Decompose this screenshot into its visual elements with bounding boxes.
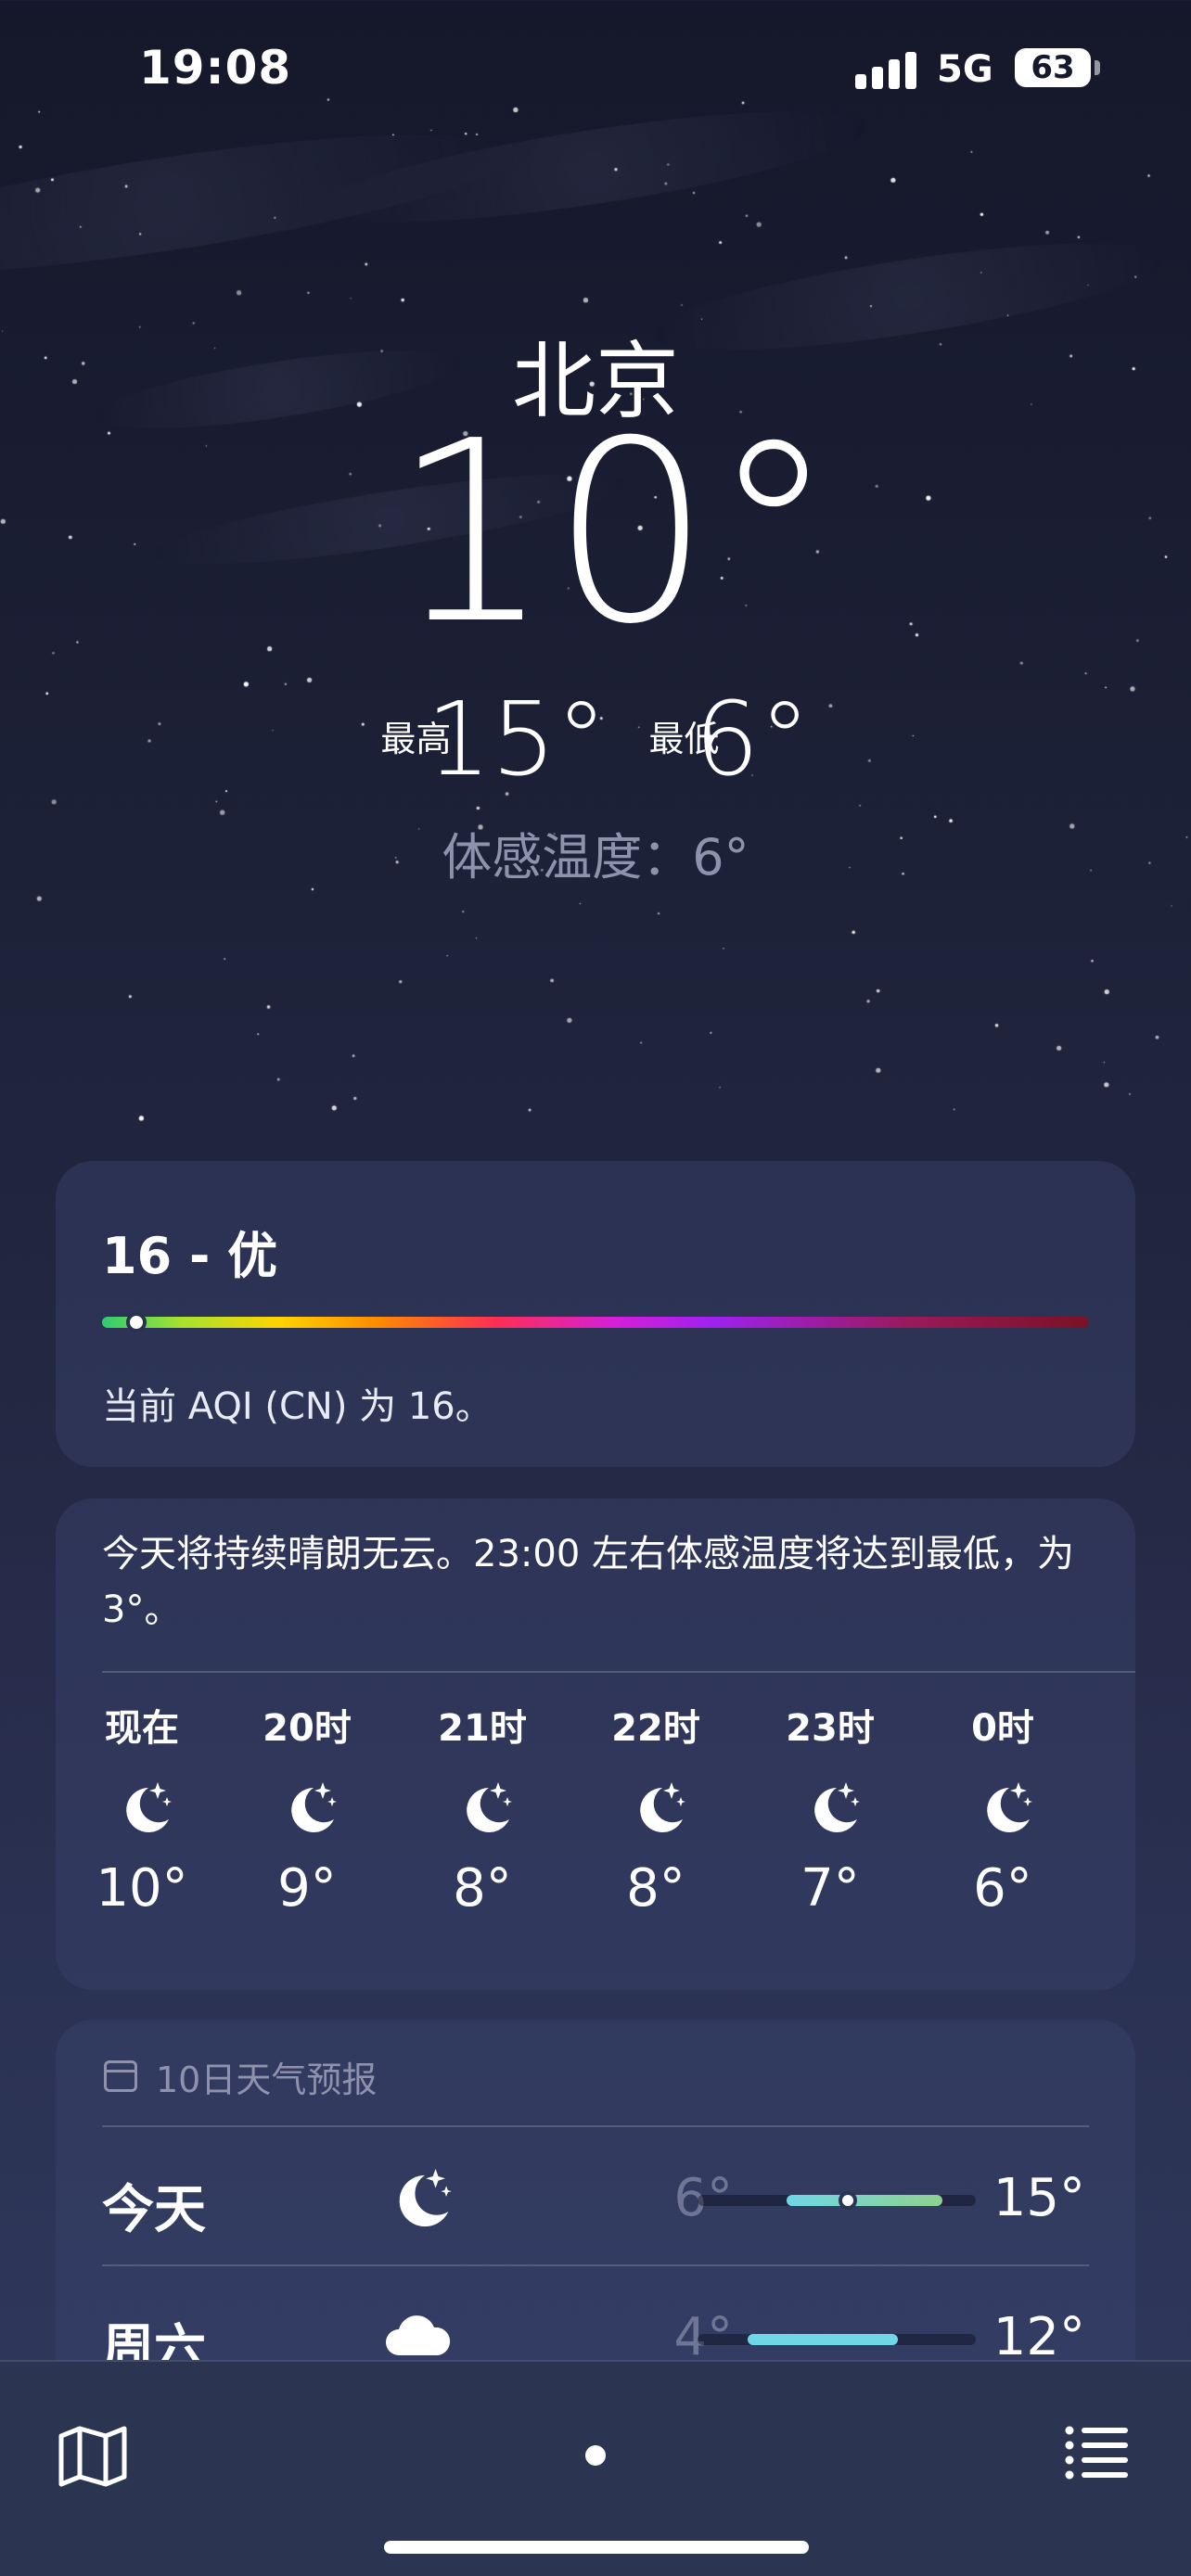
high-temperature: 15° bbox=[426, 680, 608, 798]
hour-item: 23时 7° bbox=[770, 1702, 890, 1919]
day-high-temperature: 15° bbox=[992, 2168, 1085, 2228]
temperature-range-fill bbox=[787, 2195, 942, 2206]
aqi-indicator-dot bbox=[126, 1312, 147, 1333]
status-time: 19:08 bbox=[139, 41, 292, 95]
map-icon[interactable] bbox=[58, 2423, 128, 2488]
temperature-range-bar bbox=[698, 2334, 976, 2345]
hour-label: 0时 bbox=[971, 1707, 1034, 1750]
day-name: 今天 bbox=[102, 2180, 206, 2240]
aqi-scale-bar bbox=[102, 1317, 1089, 1328]
hour-temperature: 6° bbox=[1115, 1858, 1135, 1919]
hour-temperature: 10° bbox=[96, 1858, 188, 1919]
moon-stars-icon bbox=[987, 1782, 1032, 1832]
moon-stars-icon bbox=[814, 1782, 860, 1832]
moon-stars-icon bbox=[291, 1782, 337, 1832]
page-indicator-dot[interactable] bbox=[585, 2445, 606, 2466]
day-high-temperature: 12° bbox=[992, 2307, 1085, 2367]
temperature-range-bar bbox=[698, 2191, 976, 2210]
moon-stars-icon bbox=[399, 2168, 452, 2227]
hour-item: 0时 6° bbox=[942, 1702, 1063, 1919]
battery-tip bbox=[1095, 60, 1100, 75]
hour-label: 1时 bbox=[1115, 1702, 1135, 1754]
hour-label: 23时 bbox=[786, 1707, 875, 1750]
feels-like-temperature: 体感温度：6° bbox=[442, 828, 749, 886]
divider bbox=[102, 1671, 1135, 1673]
hour-item: 21时 8° bbox=[422, 1702, 543, 1919]
moon-stars-icon bbox=[126, 1782, 172, 1832]
battery-icon: 63 bbox=[1015, 48, 1091, 87]
hour-temperature: 7° bbox=[800, 1858, 860, 1919]
home-indicator bbox=[384, 2541, 809, 2554]
temperature-range-fill bbox=[748, 2334, 898, 2345]
list-icon[interactable] bbox=[1065, 2423, 1130, 2480]
hour-temperature: 8° bbox=[626, 1858, 685, 1919]
hour-temperature: 8° bbox=[453, 1858, 512, 1919]
moon-stars-icon bbox=[640, 1782, 685, 1832]
hour-item: 现在 10° bbox=[82, 1702, 202, 1919]
day-row-today[interactable]: 今天 6° 15° bbox=[56, 2127, 1135, 2266]
hourly-scroll[interactable]: 现在 10° 20时 9° 21时 8° 22时 8° 23时 7° 0时 6° bbox=[56, 1702, 1135, 1971]
hour-label: 22时 bbox=[611, 1707, 700, 1750]
current-temperature-dot bbox=[839, 2191, 857, 2210]
high-label: 最高 bbox=[380, 719, 452, 759]
hourly-forecast-card[interactable]: 今天将持续晴朗无云。23:00 左右体感温度将达到最低，为 3°。 现在 10°… bbox=[56, 1498, 1135, 1990]
hour-temperature: 6° bbox=[973, 1858, 1032, 1919]
moon-stars-icon bbox=[467, 1782, 512, 1832]
hour-item: 1时 6° bbox=[1115, 1702, 1135, 1919]
low-temperature: 6° bbox=[694, 680, 811, 798]
current-temperature: 10° bbox=[391, 387, 837, 679]
hour-item: 20时 9° bbox=[247, 1702, 367, 1919]
forecast-summary: 今天将持续晴朗无云。23:00 左右体感温度将达到最低，为 3°。 bbox=[102, 1533, 1074, 1631]
hour-temperature: 9° bbox=[277, 1858, 337, 1919]
low-label: 最低 bbox=[648, 719, 720, 759]
air-quality-card[interactable]: 16 - 优 当前 AQI (CN) 为 16。 bbox=[56, 1161, 1135, 1467]
aqi-description: 当前 AQI (CN) 为 16。 bbox=[102, 1385, 493, 1428]
hour-item: 22时 8° bbox=[596, 1702, 716, 1919]
network-type: 5G bbox=[937, 48, 993, 91]
signal-strength-icon bbox=[855, 48, 920, 89]
aqi-value: 16 - 优 bbox=[102, 1227, 278, 1285]
hour-label: 20时 bbox=[263, 1707, 352, 1750]
calendar-icon bbox=[104, 2060, 137, 2092]
hour-label: 21时 bbox=[438, 1707, 527, 1750]
hour-label: 现在 bbox=[105, 1707, 179, 1750]
ten-day-header: 10日天气预报 bbox=[156, 2060, 378, 2100]
high-low-temperature: 最高 15° 最低 6° bbox=[0, 688, 1191, 790]
bottom-toolbar bbox=[0, 2360, 1191, 2576]
status-bar: 19:08 5G 63 bbox=[0, 0, 1191, 139]
